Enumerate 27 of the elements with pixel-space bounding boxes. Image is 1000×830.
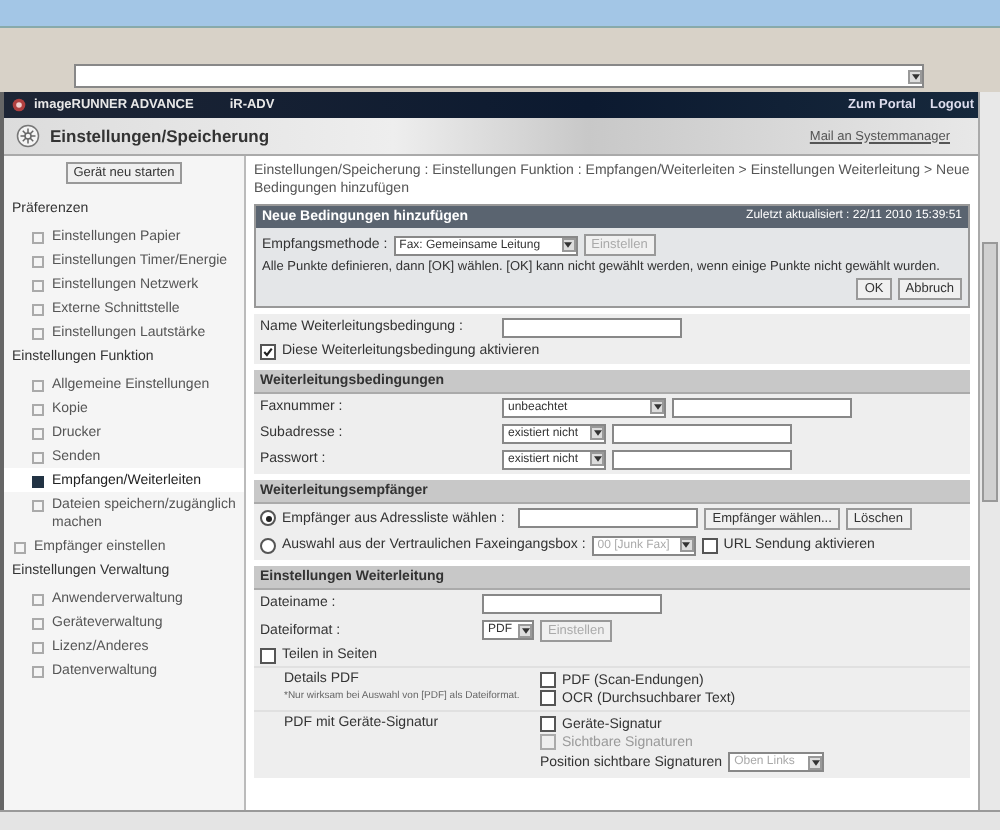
checkbox[interactable]: [260, 647, 276, 663]
address-combo-box[interactable]: [74, 64, 924, 88]
dropdown-arrow-icon: [561, 238, 576, 252]
text-input[interactable]: [612, 449, 792, 469]
dropdown-arrow-icon: [590, 426, 604, 440]
name-input[interactable]: [502, 317, 682, 337]
text-input[interactable]: [612, 423, 792, 443]
radio-button[interactable]: [260, 510, 276, 526]
checkbox[interactable]: [540, 716, 556, 732]
horizontal-scrollbar[interactable]: [0, 810, 1000, 830]
logo-icon: [12, 98, 26, 112]
recipient-input[interactable]: [518, 508, 699, 528]
dropdown-arrow-icon: [650, 400, 664, 414]
checkbox[interactable]: [260, 343, 276, 359]
radio-button[interactable]: [260, 537, 276, 553]
text-input[interactable]: [672, 397, 852, 417]
dropdown-arrow-icon: [808, 755, 823, 769]
dropdown-arrow-icon: [679, 538, 694, 552]
file-name-input[interactable]: [482, 593, 662, 613]
page-title: Einstellungen/Speicherung: [50, 126, 270, 146]
checkbox[interactable]: [540, 672, 556, 688]
checkbox[interactable]: [701, 537, 718, 553]
settings-icon: [16, 124, 40, 148]
vertical-scrollbar[interactable]: [978, 92, 1000, 810]
dropdown-arrow-icon: [518, 623, 532, 637]
dropdown-arrow-icon: [590, 452, 604, 466]
checkbox[interactable]: [540, 690, 556, 706]
